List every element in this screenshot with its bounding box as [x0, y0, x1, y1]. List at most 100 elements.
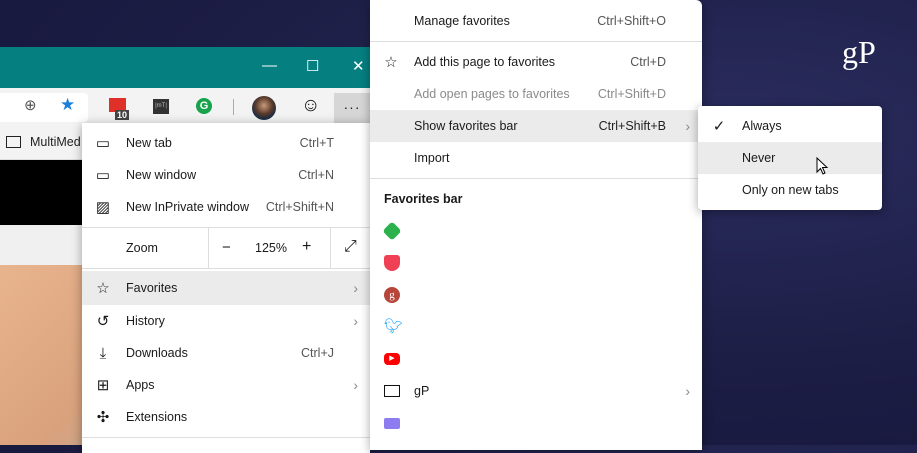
label: Never [742, 151, 776, 165]
menu-item-favorites[interactable]: ☆ Favorites › [82, 271, 370, 305]
groovypost-logo: gP [842, 34, 876, 70]
show-favorites-bar[interactable]: Show favorites bar Ctrl+Shift+B › [370, 110, 702, 142]
divider [370, 41, 702, 42]
maximize-button[interactable]: ☐ [306, 57, 319, 75]
minimize-button[interactable]: — [262, 57, 277, 74]
mouse-cursor-icon [816, 157, 829, 175]
settings-more-button[interactable]: ··· [334, 93, 370, 123]
zoom-in-button[interactable]: + [302, 238, 311, 256]
favorite-twitter[interactable]: 🐦︎ [370, 311, 702, 343]
menu-item-downloads[interactable]: ⤓ Downloads Ctrl+J [82, 337, 370, 369]
favorite-feedly[interactable] [370, 215, 702, 247]
divider [370, 178, 702, 179]
label: New tab [126, 136, 172, 150]
divider [208, 228, 209, 268]
shortcut: Ctrl+J [301, 346, 334, 360]
groovypost-icon: g [384, 287, 400, 303]
puzzle-icon: ✣ [96, 409, 110, 426]
menu-item-new-window[interactable]: ▭ New window Ctrl+N [82, 159, 370, 191]
grammarly-icon[interactable]: G [196, 98, 212, 114]
shortcut: Ctrl+T [299, 136, 334, 150]
download-icon: ⤓ [99, 344, 107, 362]
feedly-icon [382, 221, 402, 241]
favorites-menu: Manage favorites Ctrl+Shift+O ☆ Add this p… [370, 0, 702, 450]
add-open-pages: Add open pages to favorites Ctrl+Shift+D [370, 78, 702, 110]
option-always[interactable]: ✓ Always [698, 110, 882, 142]
chevron-right-icon: › [353, 280, 358, 296]
zoom-out-button[interactable]: − [222, 239, 231, 256]
zoom-icon[interactable]: ⊕ [24, 96, 37, 114]
bookmark-folder-multimed[interactable]: MultiMed [30, 135, 81, 149]
close-button[interactable]: ✕ [352, 57, 365, 75]
history-icon: ↺ [96, 313, 110, 330]
shortcut: Ctrl+Shift+D [597, 87, 666, 101]
label: New InPrivate window [126, 200, 249, 214]
chevron-right-icon: › [353, 313, 358, 329]
favorite-folder-gp[interactable]: gP › [370, 375, 702, 407]
option-only-new-tabs[interactable]: Only on new tabs [698, 174, 882, 206]
menu-item-inprivate[interactable]: ▨ New InPrivate window Ctrl+Shift+N [82, 191, 370, 223]
chevron-right-icon: › [353, 377, 358, 393]
divider [82, 268, 370, 269]
shortcut: Ctrl+Shift+O [597, 14, 666, 28]
pocket-icon [384, 255, 400, 271]
divider [330, 228, 331, 268]
settings-menu: ▭ New tab Ctrl+T ▭ New window Ctrl+N ▨ New In… [82, 123, 370, 453]
import[interactable]: Import [370, 142, 702, 174]
star-add-icon: ☆ [384, 54, 398, 71]
folder-icon [384, 385, 400, 397]
label: Favorites [126, 281, 178, 295]
label: Apps [126, 378, 155, 392]
label: New window [126, 168, 197, 182]
feedback-smiley-icon[interactable]: ☺ [301, 95, 320, 117]
favorite-mail[interactable] [370, 407, 702, 439]
window-icon: ▭ [95, 167, 111, 184]
menu-item-new-tab[interactable]: ▭ New tab Ctrl+T [82, 127, 370, 159]
chevron-right-icon: › [685, 118, 690, 134]
favorites-bar-submenu: ✓ Always Never Only on new tabs [698, 106, 882, 210]
shortcut: Ctrl+N [298, 168, 334, 182]
zoom-value: 125% [255, 241, 287, 255]
menu-item-extensions[interactable]: ✣ Extensions [82, 401, 370, 433]
favorite-groovypost[interactable]: g [370, 279, 702, 311]
label: gP [414, 384, 430, 398]
favorites-bar-heading: Favorites bar [384, 192, 463, 206]
extension-badge: 10 [115, 110, 130, 120]
label: Show favorites bar [414, 119, 518, 133]
mt-extension-icon[interactable]: |mT| [153, 99, 169, 114]
divider [82, 437, 370, 438]
new-tab-icon: ▭ [95, 135, 111, 152]
label: Extensions [126, 410, 188, 424]
checkmark-icon: ✓ [712, 118, 726, 135]
label: Manage favorites [414, 14, 510, 28]
favorite-youtube[interactable]: ▶ [370, 343, 702, 375]
label: Downloads [126, 346, 188, 360]
apps-icon: ⊞ [96, 377, 110, 394]
profile-avatar[interactable] [252, 96, 276, 120]
label: Import [414, 151, 450, 165]
zoom-row: Zoom − 125% + ⤢ [82, 228, 370, 268]
label: Only on new tabs [742, 183, 839, 197]
label: History [126, 314, 165, 328]
folder-icon [6, 136, 21, 148]
chevron-right-icon: › [685, 383, 690, 399]
label: Add this page to favorites [414, 55, 556, 69]
twitter-icon: 🐦︎ [384, 318, 404, 335]
option-never[interactable]: Never [698, 142, 882, 174]
menu-item-history[interactable]: ↺ History › [82, 305, 370, 337]
youtube-icon: ▶ [384, 353, 400, 365]
toolbar-separator [233, 99, 234, 115]
menu-item-apps[interactable]: ⊞ Apps › [82, 369, 370, 401]
favorite-pocket[interactable] [370, 247, 702, 279]
fullscreen-icon[interactable]: ⤢ [344, 238, 357, 256]
favorite-star-icon[interactable]: ★ [60, 95, 75, 115]
manage-favorites[interactable]: Manage favorites Ctrl+Shift+O [370, 5, 702, 37]
star-icon: ☆ [96, 280, 110, 297]
label: Add open pages to favorites [414, 87, 570, 101]
add-page-to-favorites[interactable]: ☆ Add this page to favorites Ctrl+D [370, 46, 702, 78]
label: Always [742, 119, 782, 133]
mail-icon [384, 417, 400, 429]
shortcut: Ctrl+Shift+N [265, 200, 334, 214]
shortcut: Ctrl+Shift+B [598, 119, 666, 133]
zoom-label: Zoom [126, 241, 158, 255]
